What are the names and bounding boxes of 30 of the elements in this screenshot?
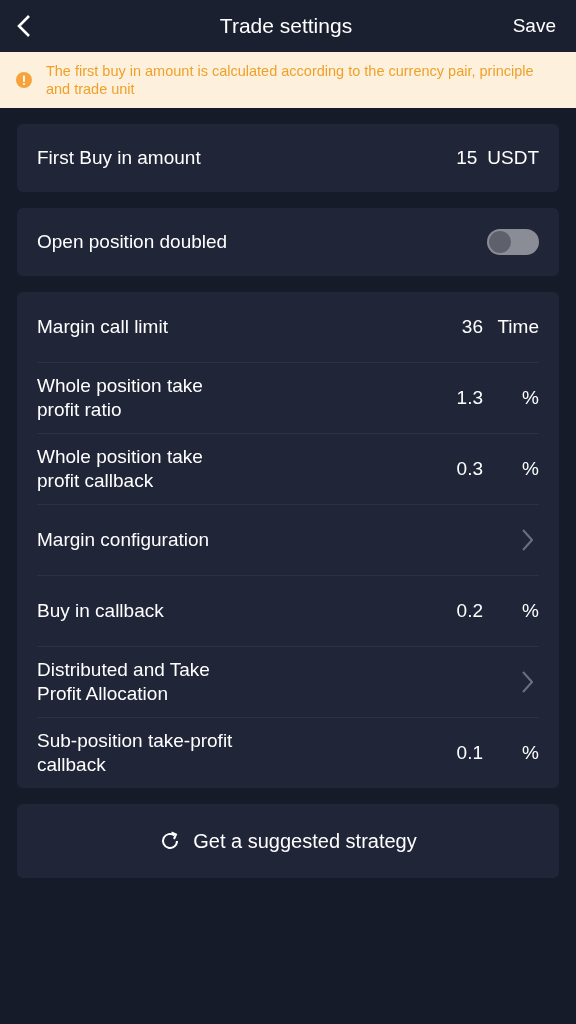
setting-value[interactable]: 0.1	[456, 742, 483, 764]
setting-label: Distributed and Take Profit Allocation	[37, 658, 211, 706]
save-button[interactable]: Save	[496, 15, 556, 37]
setting-label: Whole position take profit ratio	[37, 374, 204, 422]
setting-value[interactable]: 1.3	[456, 387, 483, 409]
unit-label: USDT	[487, 147, 539, 169]
unit-label: Time	[496, 316, 539, 338]
setting-value[interactable]: 0.3	[456, 458, 483, 480]
setting-label: First Buy in amount	[37, 146, 202, 170]
notice-text: The first buy in amount is calculated according to the currency pair, principle and trade unit	[45, 62, 535, 98]
page-title: Trade settings	[219, 14, 353, 38]
warning-icon	[16, 71, 32, 89]
setting-value[interactable]: 36	[461, 316, 483, 338]
unit-label: %	[521, 742, 539, 764]
toggle-switch[interactable]	[487, 229, 539, 255]
setting-label: Buy in callback	[37, 599, 165, 623]
unit-label: %	[521, 387, 539, 409]
setting-label: Margin configuration	[37, 528, 211, 552]
setting-label: Sub-position take-profit callback	[37, 729, 234, 777]
chevron-icon[interactable]	[521, 529, 533, 551]
suggest-button[interactable]: Get a suggested strategy	[17, 804, 559, 878]
setting-label: Open position doubled	[37, 230, 229, 254]
setting-label: Margin call limit	[37, 315, 169, 339]
setting-value[interactable]: 15	[456, 147, 478, 169]
unit-label: %	[521, 600, 539, 622]
unit-label: %	[521, 458, 539, 480]
chevron-icon[interactable]	[521, 671, 533, 693]
setting-value[interactable]: 0.2	[456, 600, 483, 622]
back-icon[interactable]	[16, 14, 32, 38]
setting-label: Whole position take profit callback	[37, 445, 204, 493]
